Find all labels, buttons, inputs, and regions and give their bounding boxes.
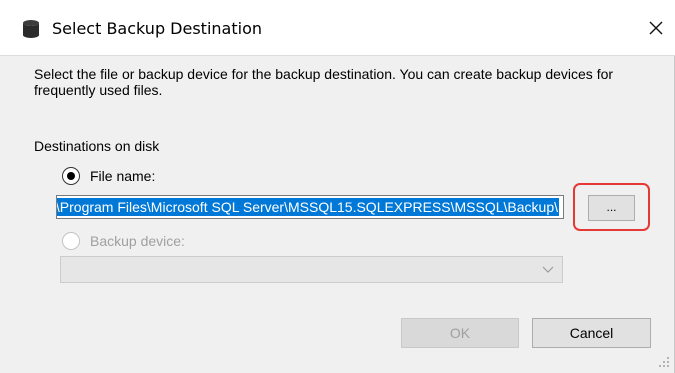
title-bar: Select Backup Destination [0, 0, 675, 56]
select-backup-destination-dialog: Select Backup Destination Select the fil… [0, 0, 675, 373]
close-icon [649, 21, 663, 35]
ok-button[interactable]: OK [401, 318, 519, 348]
instructions-text: Select the file or backup device for the… [34, 66, 614, 98]
backup-device-dropdown[interactable] [60, 256, 563, 283]
file-name-value: C:\Program Files\Microsoft SQL Server\MS… [57, 198, 559, 216]
file-name-input[interactable]: C:\Program Files\Microsoft SQL Server\MS… [56, 195, 564, 219]
chevron-down-icon [542, 266, 554, 273]
close-button[interactable] [638, 10, 674, 46]
window-title: Select Backup Destination [52, 19, 262, 38]
file-name-radio[interactable] [62, 167, 80, 185]
backup-device-radio[interactable] [62, 232, 80, 250]
backup-device-label[interactable]: Backup device: [90, 233, 185, 249]
browse-button[interactable]: ... [588, 195, 635, 221]
file-name-label[interactable]: File name: [90, 168, 155, 184]
cancel-button[interactable]: Cancel [532, 318, 651, 348]
resize-grip-icon[interactable] [658, 356, 670, 368]
database-icon [23, 20, 39, 38]
destinations-section-label: Destinations on disk [34, 138, 160, 154]
